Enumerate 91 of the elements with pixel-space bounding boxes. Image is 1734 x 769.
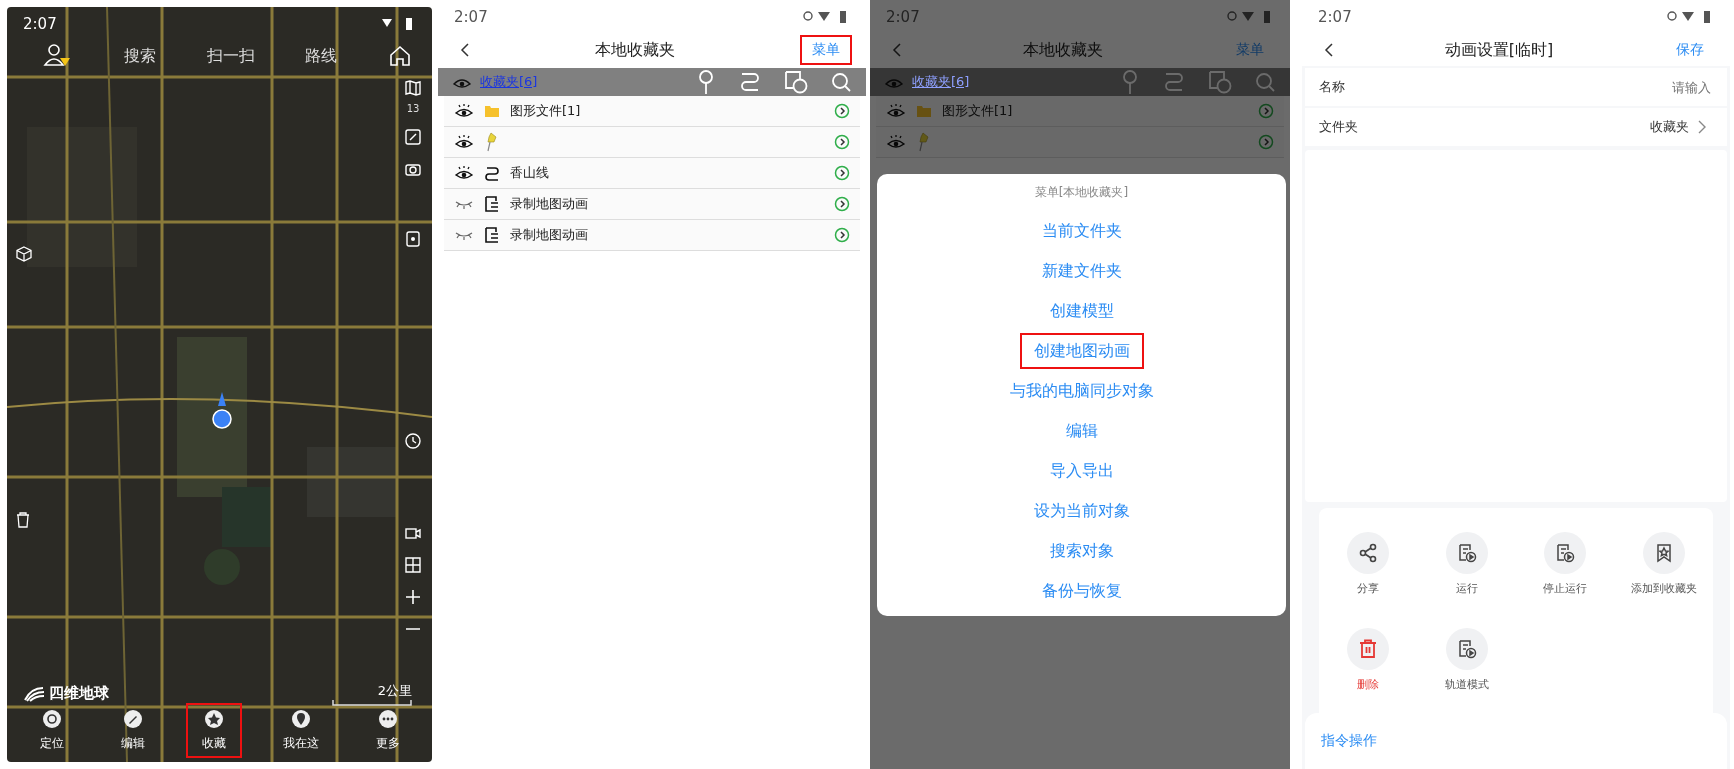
route-icon — [484, 165, 500, 181]
folder-icon — [484, 104, 500, 118]
pin-tool-icon[interactable] — [696, 69, 716, 95]
menu-option[interactable]: 新建文件夹 — [1027, 253, 1136, 289]
folder-select[interactable]: 收藏夹 — [1644, 117, 1713, 137]
scroll-icon — [484, 226, 500, 244]
item-label: 图形文件[1] — [942, 102, 1013, 120]
pencil-icon — [122, 709, 143, 729]
status-time: 2:07 — [454, 8, 488, 26]
folder-icon — [916, 104, 932, 118]
chevron-circle-icon[interactable] — [834, 227, 850, 243]
eye-icon[interactable] — [454, 103, 474, 119]
cube-icon[interactable] — [15, 245, 33, 263]
list-row[interactable]: 图形文件[1] — [444, 96, 860, 127]
scroll-icon — [484, 195, 500, 213]
logo-icon — [23, 685, 45, 702]
scroll-play-icon — [1554, 542, 1577, 564]
list-row[interactable]: 香山线 — [444, 158, 860, 189]
pushpin-icon — [484, 132, 498, 152]
menu-option[interactable]: 与我的电脑同步对象 — [995, 373, 1168, 409]
top-bar-button[interactable]: 搜索 — [123, 45, 156, 67]
action-button[interactable]: 分享 — [1319, 532, 1418, 597]
layer-count: 13 — [406, 103, 420, 114]
nav-tab[interactable]: 编辑 — [104, 703, 161, 758]
item-label: 图形文件[1] — [510, 102, 581, 120]
chevron-circle-icon[interactable] — [834, 134, 850, 150]
menu-option[interactable]: 编辑 — [1051, 413, 1112, 449]
list-row[interactable]: 录制地图动画 — [444, 220, 860, 251]
chevron-right-icon — [1697, 120, 1707, 134]
trash-icon[interactable] — [15, 511, 31, 529]
more-icon — [377, 709, 398, 729]
status-time: 2:07 — [23, 15, 57, 33]
logo-text: 四维地球 — [49, 684, 109, 703]
nav-tab[interactable]: 收藏 — [185, 703, 242, 758]
action-button[interactable]: 轨道模式 — [1417, 628, 1516, 693]
list-row[interactable]: 录制地图动画 — [444, 189, 860, 220]
clock-icon[interactable] — [404, 432, 422, 450]
name-input[interactable]: 请输入 — [1589, 78, 1713, 96]
chevron-circle-icon[interactable] — [834, 165, 850, 181]
user-icon[interactable] — [43, 43, 73, 69]
action-button[interactable]: 添加到收藏夹 — [1614, 532, 1713, 597]
location-marker-icon — [212, 392, 232, 430]
command-link[interactable]: 指令操作 — [1315, 731, 1383, 751]
screen-title: 本地收藏夹 — [1023, 39, 1103, 61]
shape-tool-icon[interactable] — [784, 70, 808, 94]
target-icon — [41, 709, 62, 729]
pushpin-icon — [916, 132, 930, 152]
action-button[interactable]: 运行 — [1417, 532, 1516, 597]
back-icon[interactable] — [1324, 43, 1334, 57]
menu-option[interactable]: 创建地图动画 — [1019, 333, 1144, 369]
menu-option[interactable]: 导入导出 — [1035, 453, 1128, 489]
top-bar-button[interactable]: 路线 — [305, 45, 338, 67]
item-label: 录制地图动画 — [510, 195, 588, 213]
menu-option[interactable]: 设为当前对象 — [1019, 493, 1144, 529]
menu-option[interactable]: 创建模型 — [1035, 293, 1128, 329]
zoom-in-icon[interactable] — [404, 588, 422, 606]
home-icon[interactable] — [388, 44, 412, 68]
scale-label: 2公里 — [377, 682, 412, 700]
item-label: 香山线 — [510, 164, 549, 182]
nav-tab[interactable]: 我在这 — [266, 703, 335, 758]
action-button[interactable]: 删除 — [1319, 628, 1418, 693]
swap-icon[interactable] — [404, 230, 422, 248]
save-button[interactable]: 保存 — [1664, 35, 1716, 65]
item-label: 录制地图动画 — [510, 226, 588, 244]
nav-tab[interactable]: 更多 — [359, 703, 416, 758]
action-button[interactable]: 停止运行 — [1516, 532, 1615, 597]
screen-title: 动画设置[临时] — [1444, 39, 1554, 61]
map-pin-icon — [290, 709, 311, 729]
top-bar-button[interactable]: 扫一扫 — [206, 45, 255, 67]
field-label: 文件夹 — [1319, 118, 1358, 136]
map-book-icon[interactable] — [404, 79, 422, 97]
menu-option[interactable]: 当前文件夹 — [1027, 213, 1136, 249]
dialog-title: 菜单[本地收藏夹] — [1034, 184, 1129, 201]
menu-option[interactable]: 备份与恢复 — [1027, 573, 1136, 609]
nav-tab[interactable]: 定位 — [23, 703, 80, 758]
back-icon[interactable] — [460, 43, 470, 57]
expand-icon[interactable] — [404, 128, 422, 146]
search-icon[interactable] — [830, 71, 852, 93]
menu-button[interactable]: 菜单 — [800, 35, 852, 65]
route-tool-icon[interactable] — [738, 71, 762, 93]
eye-icon[interactable] — [454, 165, 474, 181]
folder-link[interactable]: 收藏夹[6] — [912, 73, 970, 91]
eye-icon[interactable] — [454, 134, 474, 150]
chevron-circle-icon[interactable] — [834, 196, 850, 212]
grid-icon[interactable] — [404, 556, 422, 574]
menu-option[interactable]: 搜索对象 — [1035, 533, 1128, 569]
status-time: 2:07 — [1318, 8, 1352, 26]
field-label: 名称 — [1319, 78, 1345, 96]
screen-title: 本地收藏夹 — [595, 39, 675, 61]
status-time: 2:07 — [886, 8, 920, 26]
chevron-circle-icon[interactable] — [834, 103, 850, 119]
